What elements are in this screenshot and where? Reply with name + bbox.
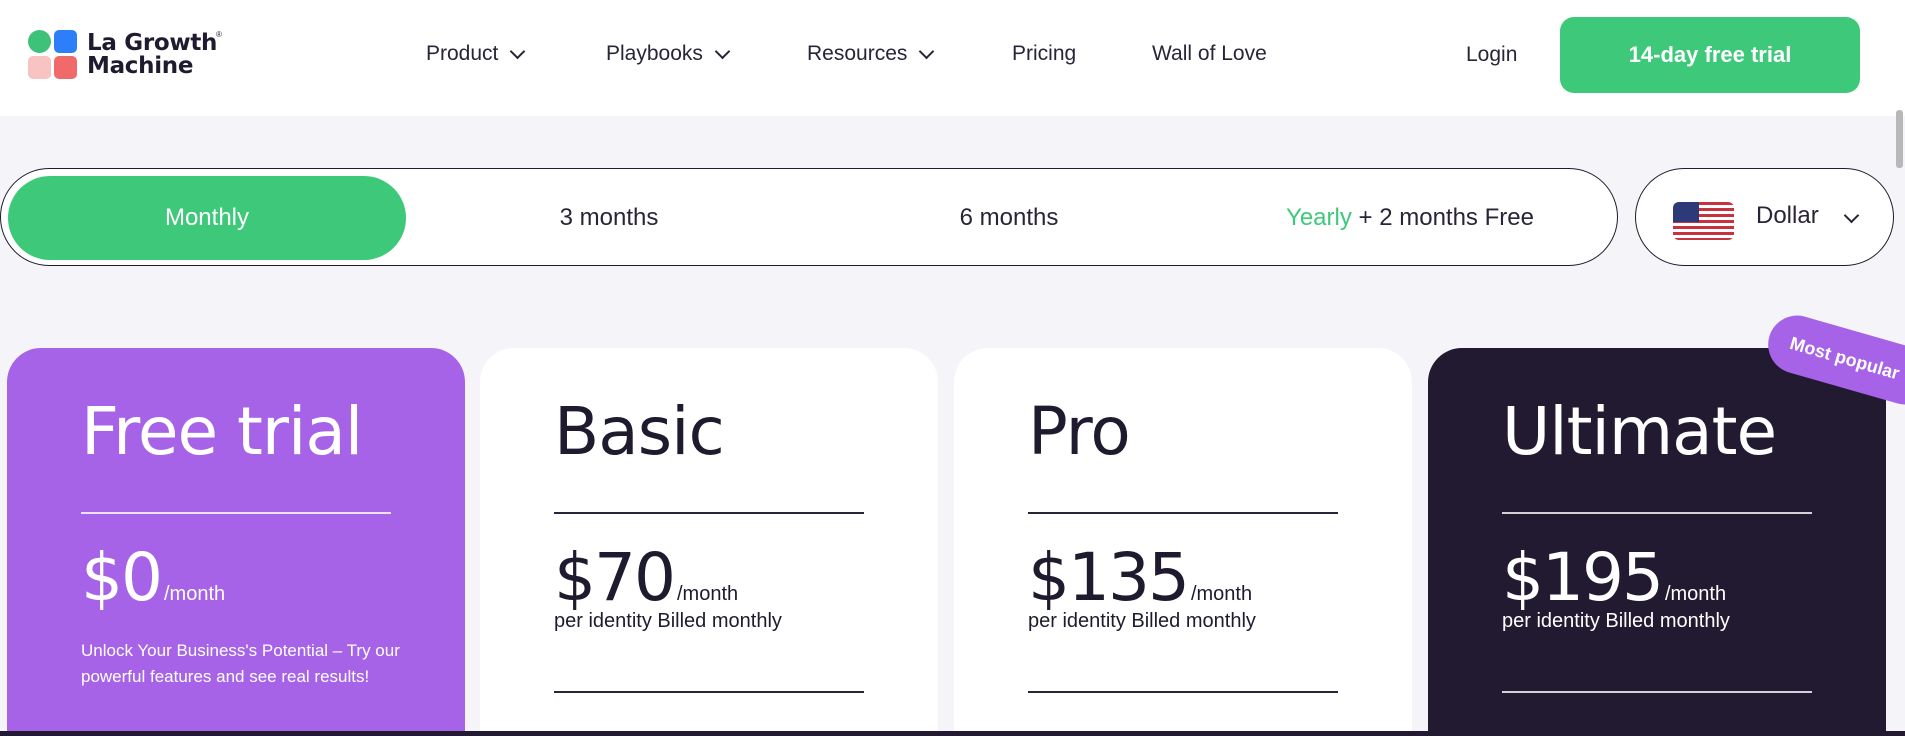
price-period: /month xyxy=(1664,583,1727,605)
scrollbar-thumb[interactable] xyxy=(1896,110,1903,168)
billing-period-toggle: Monthly 3 months 6 months Yearly + 2 mon… xyxy=(0,168,1618,266)
yearly-label: Yearly xyxy=(1286,204,1352,231)
bottom-edge xyxy=(0,731,1905,736)
nav-item-label: Resources xyxy=(807,42,908,65)
billing-option-6-months[interactable]: 6 months xyxy=(810,176,1208,260)
logo-text: La Growth Machine xyxy=(87,30,218,79)
chevron-down-icon xyxy=(919,43,935,59)
nav-item-pricing[interactable]: Pricing xyxy=(1012,42,1076,66)
billing-option-monthly[interactable]: Monthly xyxy=(8,176,406,260)
price-amount: $195 xyxy=(1502,539,1664,616)
divider xyxy=(1502,512,1812,514)
plan-name: Free trial xyxy=(81,393,363,470)
plan-name: Pro xyxy=(1028,393,1131,470)
nav-item-label: Playbooks xyxy=(606,42,703,65)
free-trial-button[interactable]: 14-day free trial xyxy=(1560,17,1860,93)
price-amount: $70 xyxy=(554,539,676,616)
nav-item-playbooks[interactable]: Playbooks xyxy=(606,42,731,66)
registered-mark: ® xyxy=(216,30,222,39)
billing-option-yearly[interactable]: Yearly + 2 months Free xyxy=(1211,176,1609,260)
logo[interactable]: La Growth Machine ® xyxy=(28,30,228,84)
plan-price: $195 /month xyxy=(1502,540,1726,616)
divider xyxy=(81,512,391,514)
chevron-down-icon xyxy=(714,43,731,59)
plan-card-ultimate: Ultimate $195 /month per identity Billed… xyxy=(1428,348,1886,736)
billing-note: per identity Billed monthly xyxy=(1502,610,1730,632)
nav-item-wall-of-love[interactable]: Wall of Love xyxy=(1152,42,1267,66)
plan-price: $70 /month xyxy=(554,540,738,616)
plan-description: Unlock Your Business's Potential – Try o… xyxy=(81,641,400,686)
nav-item-label: Product xyxy=(426,42,499,65)
chevron-down-icon xyxy=(1843,207,1860,224)
top-navbar: La Growth Machine ® Product Playbooks Re… xyxy=(0,0,1905,116)
price-amount: $0 xyxy=(81,539,163,616)
nav-item-resources[interactable]: Resources xyxy=(807,42,935,66)
billing-note: per identity Billed monthly xyxy=(1028,610,1256,632)
plan-card-pro: Pro $135 /month per identity Billed mont… xyxy=(954,348,1412,736)
yearly-bonus-label: + 2 months Free xyxy=(1351,204,1534,231)
chevron-down-icon xyxy=(510,43,526,59)
divider xyxy=(1028,691,1338,693)
plan-name: Ultimate xyxy=(1502,393,1777,470)
divider xyxy=(1502,691,1812,693)
us-flag-icon xyxy=(1673,202,1734,240)
plan-price: $135 /month xyxy=(1028,540,1252,616)
divider xyxy=(554,512,864,514)
nav-item-label: Wall of Love xyxy=(1152,42,1267,65)
login-link[interactable]: Login xyxy=(1466,43,1517,67)
divider xyxy=(554,691,864,693)
plan-price: $0 /month xyxy=(81,540,225,616)
logo-mark-icon xyxy=(28,30,78,82)
plan-name: Basic xyxy=(554,393,725,470)
plan-card-free-trial: Free trial $0 /month Unlock Your Busines… xyxy=(7,348,465,736)
plan-card-basic: Basic $70 /month per identity Billed mon… xyxy=(480,348,938,736)
price-period: /month xyxy=(163,583,226,605)
divider xyxy=(1028,512,1338,514)
currency-select[interactable]: Dollar xyxy=(1635,168,1894,266)
nav-item-product[interactable]: Product xyxy=(426,42,526,66)
currency-label: Dollar xyxy=(1756,202,1819,229)
billing-note: per identity Billed monthly xyxy=(554,610,782,632)
nav-item-label: Pricing xyxy=(1012,42,1077,65)
price-period: /month xyxy=(676,583,739,605)
price-amount: $135 xyxy=(1028,539,1190,616)
price-period: /month xyxy=(1190,583,1253,605)
billing-option-3-months[interactable]: 3 months xyxy=(410,176,808,260)
